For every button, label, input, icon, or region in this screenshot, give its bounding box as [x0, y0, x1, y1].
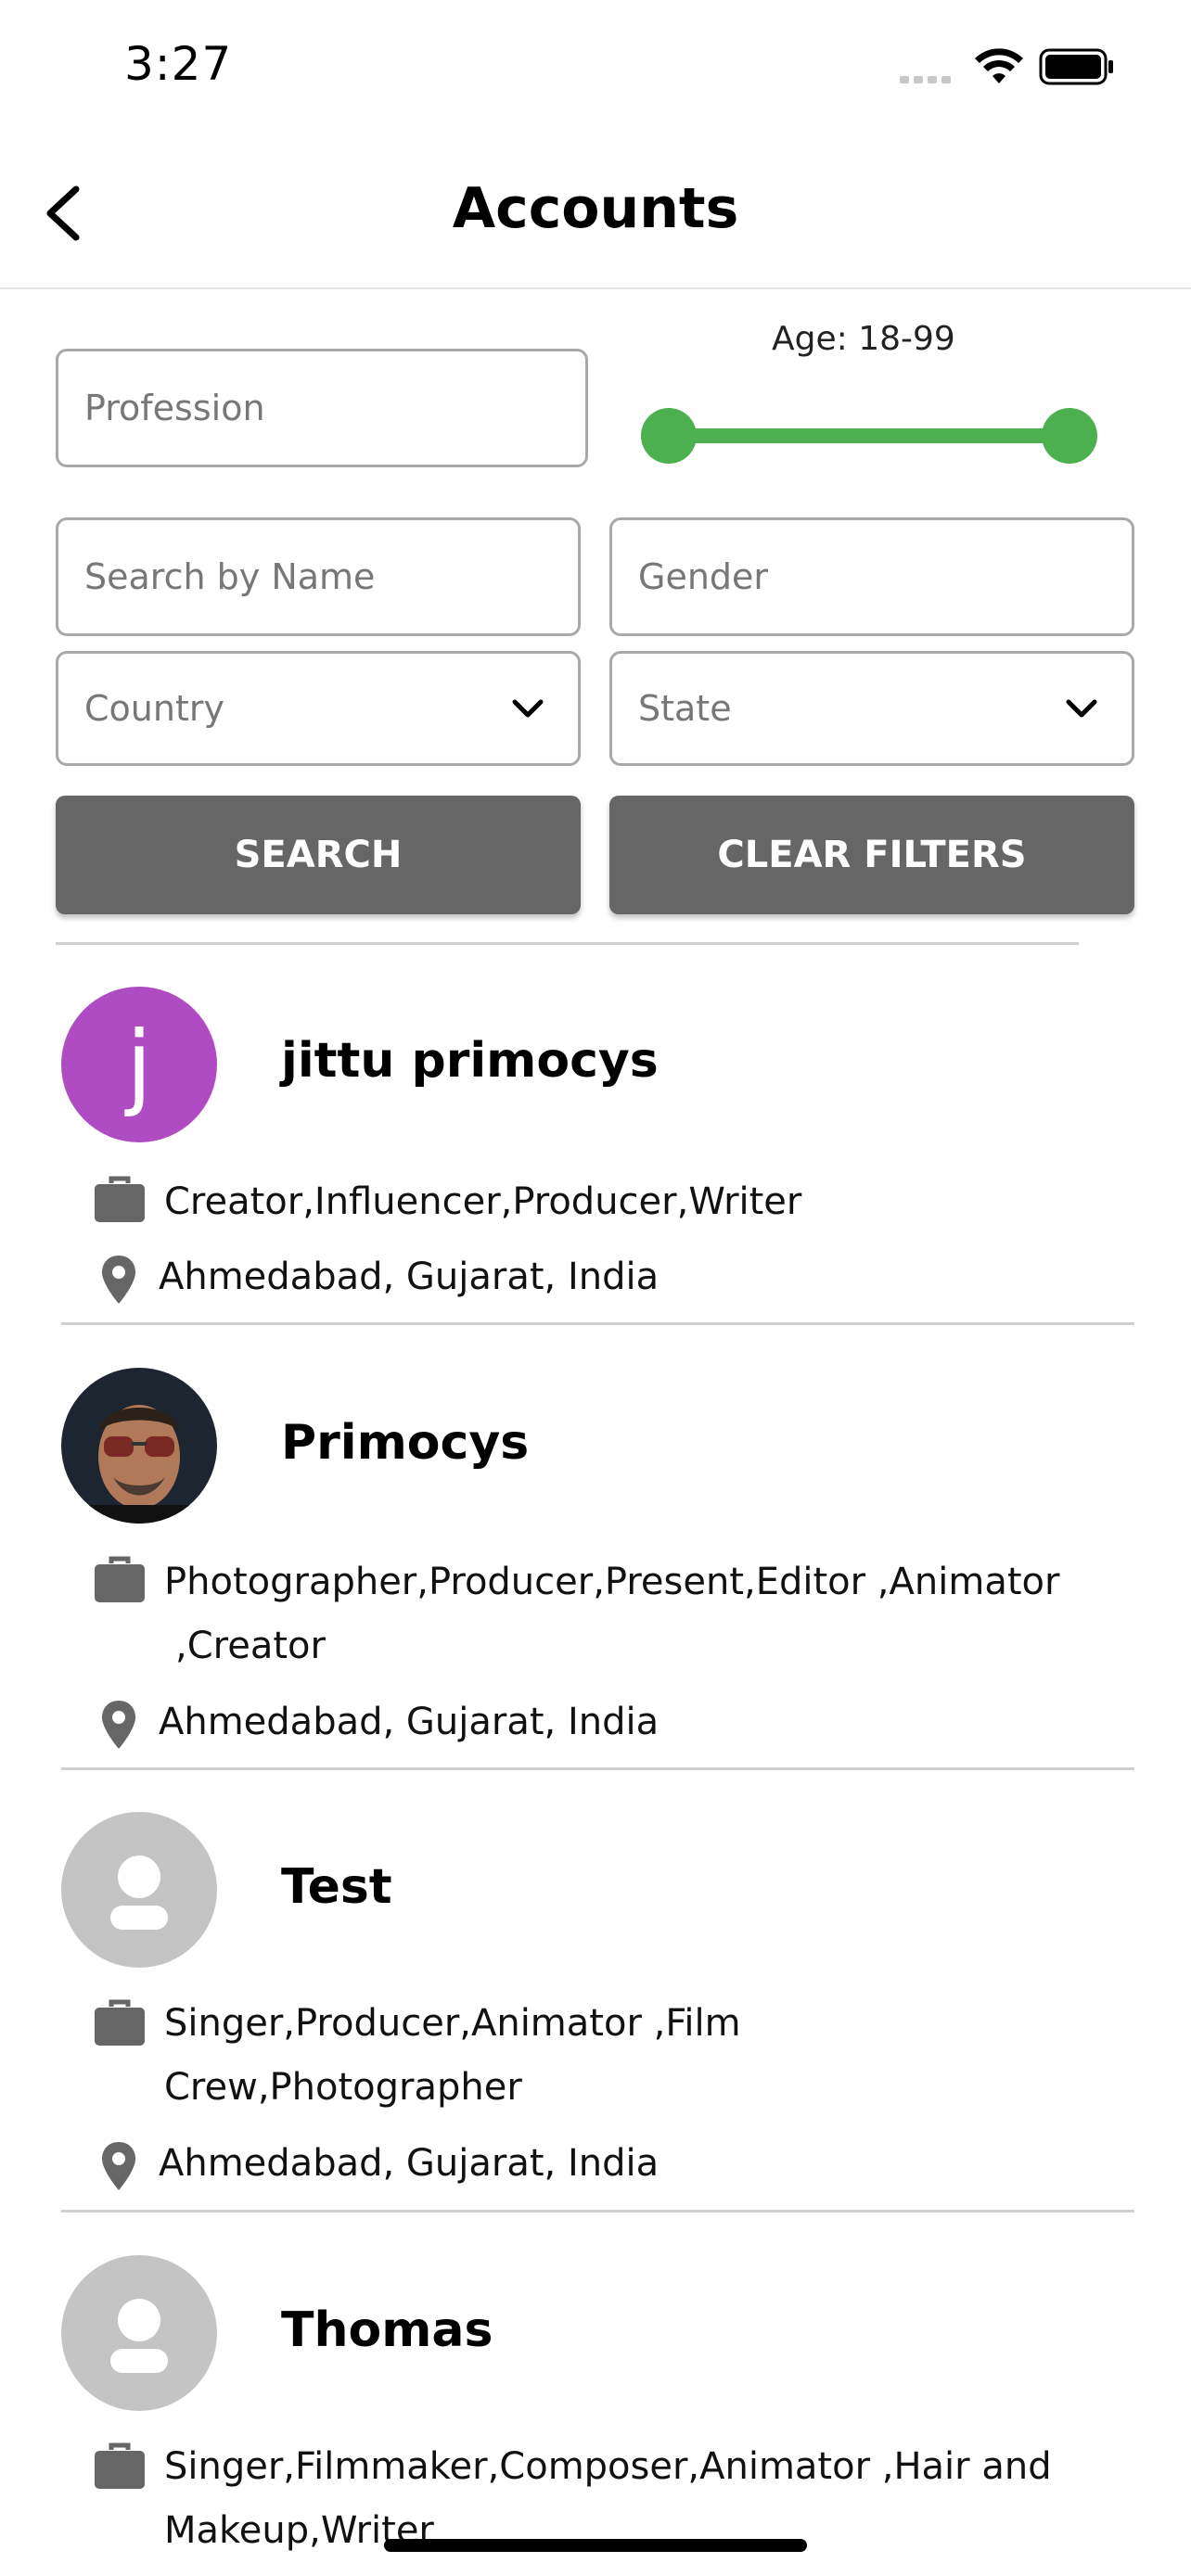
age-slider-track[interactable]: [669, 428, 1069, 443]
avatar: [61, 2255, 217, 2411]
country-select[interactable]: Country: [56, 651, 581, 766]
divider: [61, 1322, 1134, 1325]
gender-input[interactable]: Gender: [609, 517, 1134, 636]
chevron-down-icon: [512, 699, 544, 718]
account-professions: Photographer,Producer,Present,Editor ,An…: [164, 1550, 1110, 1678]
status-bar: 3:27: [0, 0, 1191, 139]
briefcase-icon: [95, 1999, 145, 2046]
status-time: 3:27: [124, 37, 233, 91]
home-indicator[interactable]: [384, 2539, 807, 2552]
professions-line: Photographer,Producer,Present,Editor ,An…: [164, 1561, 1060, 1603]
gender-placeholder: Gender: [638, 556, 769, 597]
location-pin-icon: [102, 1701, 135, 1749]
age-range-label: Age: 18-99: [772, 320, 955, 358]
avatar: [61, 1812, 217, 1968]
wifi-icon: [975, 48, 1023, 83]
profile-photo: [61, 1368, 217, 1524]
account-name: Thomas: [281, 2302, 493, 2358]
chevron-down-icon: [1066, 699, 1097, 718]
account-name: Test: [281, 1859, 392, 1915]
professions-line: Singer,Filmmaker,Composer,Animator ,Hair…: [164, 2445, 1052, 2488]
divider: [61, 2210, 1134, 2213]
user-icon: [110, 2299, 168, 2373]
professions-line: Crew,Photographer: [164, 2066, 522, 2109]
search-button[interactable]: SEARCH: [56, 796, 581, 914]
state-placeholder: State: [638, 688, 732, 729]
search-name-placeholder: Search by Name: [84, 556, 376, 597]
profession-placeholder: Profession: [84, 388, 265, 428]
search-name-input[interactable]: Search by Name: [56, 517, 581, 636]
country-placeholder: Country: [84, 688, 224, 729]
location-pin-icon: [102, 2142, 135, 2190]
professions-line: ,Creator: [175, 1625, 326, 1667]
state-select[interactable]: State: [609, 651, 1134, 766]
user-icon: [110, 1855, 168, 1930]
location-pin-icon: [102, 1256, 135, 1304]
navigation-bar: Accounts: [0, 139, 1191, 289]
battery-icon: [1039, 48, 1113, 85]
age-min-handle[interactable]: [641, 408, 697, 464]
account-professions: Creator,Influencer,Producer,Writer: [164, 1180, 802, 1223]
divider: [56, 942, 1079, 945]
clear-filters-button[interactable]: CLEAR FILTERS: [609, 796, 1134, 914]
age-max-handle[interactable]: [1042, 408, 1097, 464]
avatar-letter: j: [126, 1010, 152, 1119]
account-location: Ahmedabad, Gujarat, India: [159, 2142, 660, 2185]
briefcase-icon: [95, 2442, 145, 2489]
professions-line: Makeup,Writer: [164, 2509, 434, 2552]
account-name: jittu primocys: [281, 1033, 659, 1089]
briefcase-icon: [95, 1176, 145, 1222]
cellular-signal-icon: [900, 76, 951, 83]
account-location: Ahmedabad, Gujarat, India: [159, 1701, 660, 1743]
avatar: [61, 1368, 217, 1524]
account-location: Ahmedabad, Gujarat, India: [159, 1256, 660, 1298]
briefcase-icon: [95, 1556, 145, 1602]
professions-line: Singer,Producer,Animator ,Film: [164, 2002, 741, 2045]
account-professions: Singer,Producer,Animator ,Film Crew,Phot…: [164, 1992, 1110, 2120]
account-name: Primocys: [281, 1415, 530, 1471]
divider: [61, 1767, 1134, 1770]
page-title: Accounts: [452, 176, 739, 241]
profession-input[interactable]: Profession: [56, 349, 588, 467]
avatar: j: [61, 987, 217, 1142]
